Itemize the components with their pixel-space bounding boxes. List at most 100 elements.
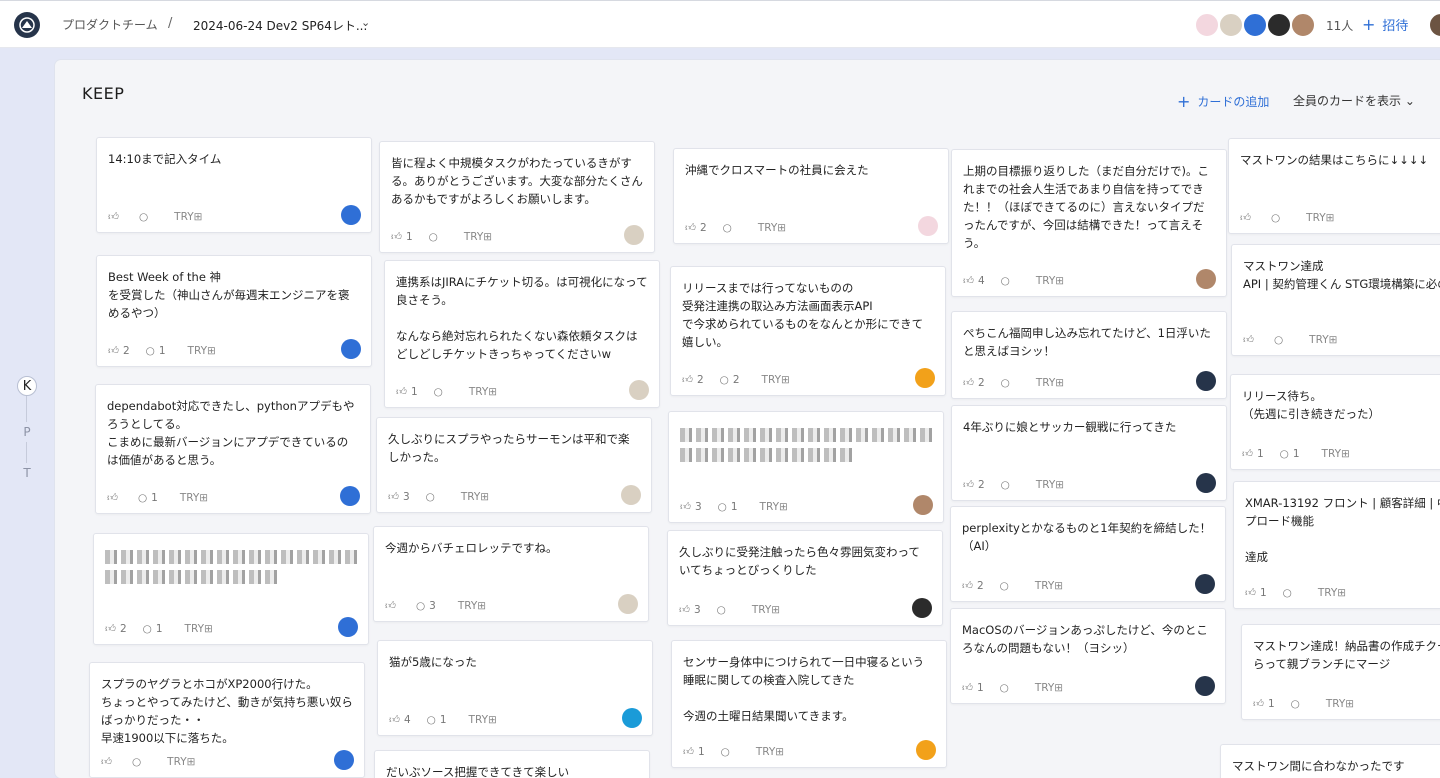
try-button[interactable]: TRY⊞ [1309,334,1337,346]
kpt-nav-t[interactable]: T [17,463,37,483]
comment-button[interactable]: ○ [721,746,734,758]
keep-card[interactable]: マストワン間に合わなかったです👍︎○TRY⊞ [1220,744,1440,778]
card-filter-dropdown[interactable]: 全員のカードを表示 ⌄ [1293,92,1415,109]
keep-card[interactable]: 今週からバチェロレッテですね。 👍︎ ○ 3 TRY⊞ [373,526,649,622]
keep-card[interactable]: マストワン達成！納品書の作成チクーしてもらって親ブランチにマージ 👍︎1 ○ TRY⊞ [1241,624,1440,720]
comment-button[interactable]: ○ 1 [1280,448,1300,460]
try-button[interactable]: TRY⊞ [1036,275,1064,287]
comment-button[interactable]: ○ [132,756,145,768]
try-button[interactable]: TRY⊞ [758,222,786,234]
chevron-down-icon[interactable]: ⌄ [361,16,370,29]
try-button[interactable]: TRY⊞ [174,211,202,223]
keep-card[interactable]: MacOSのバージョンあっぷしたけど、今のところなんの問題もない！（ヨシッ） 👍︎… [950,608,1226,704]
keep-card[interactable]: 皆に程よく中規模タスクがわたっているきがする。ありがとうございます。大変な部分た… [379,141,655,253]
like-button[interactable]: 👍︎ [108,210,123,223]
breadcrumb-team[interactable]: プロダクトチーム [62,16,158,33]
comment-button[interactable]: ○ [1000,580,1013,592]
keep-card[interactable]: perplexityとかなるものと1年契約を締結した！（AI） 👍︎ 2 ○ TRY⊞ [950,506,1226,602]
try-button[interactable]: TRY⊞ [752,604,780,616]
like-button[interactable]: 👍︎ 2 [105,622,127,636]
invite-button[interactable]: + 招待 [1362,15,1408,34]
try-button[interactable]: TRY⊞ [1036,479,1064,491]
keep-card[interactable]: リリースまでは行ってないものの 受発注連携の取込み方法画面表示API で今求めら… [670,266,946,396]
like-button[interactable]: 👍︎ 1 [1245,586,1267,600]
like-button[interactable]: 👍︎ 2 [963,478,985,492]
add-card-button[interactable]: + カードの追加 [1177,92,1269,111]
try-button[interactable]: TRY⊞ [1306,212,1334,224]
keep-card[interactable]: Best Week of the 神 を受賞した（神山さんが毎週末エンジニアを褒… [96,255,372,367]
keep-card[interactable]: ぺちこん福岡申し込み忘れてたけど、1日浮いたと思えばヨシッ！ 👍︎ 2 ○ TRY⊞ [951,311,1227,399]
like-button[interactable]: 👍︎ 3 [679,603,701,617]
like-button[interactable]: 👍︎ [1243,333,1258,346]
keep-card[interactable]: 上期の目標振り返りした（まだ自分だけで)。これまでの社会人生活であまり自信を持っ… [951,149,1227,297]
like-button[interactable]: 👍︎ 4 [389,713,411,727]
comment-button[interactable]: ○ [1001,275,1014,287]
keep-card[interactable]: センサー身体中につけられて一日中寝るという睡眠に関しての検査入院してきた 今週の… [671,640,947,768]
try-button[interactable]: TRY⊞ [1035,682,1063,694]
kpt-nav-k[interactable]: K [17,376,37,396]
keep-card[interactable]: だいぶソース把握できてきて楽しい👍︎○TRY⊞ [374,750,650,778]
try-button[interactable]: TRY⊞ [458,600,486,612]
keep-card[interactable]: dependabot対応できたし、pythonアプデもやろうとしてる。 こまめに… [95,384,371,514]
keep-card[interactable]: 久しぶりにスプラやったらサーモンは平和で楽しかった。 👍︎ 3 ○ TRY⊞ [376,417,652,513]
user-avatar[interactable] [1428,12,1440,38]
like-button[interactable]: 👍︎ 3 [388,490,410,504]
comment-button[interactable]: ○ 1 [146,345,166,357]
try-button[interactable]: TRY⊞ [1326,698,1354,710]
like-button[interactable]: 👍︎ [101,755,116,768]
board-title[interactable]: 2024-06-24 Dev2 SP64レト... [193,17,367,34]
comment-button[interactable]: ○ [1274,334,1287,346]
comment-button[interactable]: ○ [1001,377,1014,389]
comment-button[interactable]: ○ 1 [143,623,163,635]
keep-card[interactable]: 沖縄でクロスマートの社員に会えた 👍︎ 2 ○ TRY⊞ [673,148,949,244]
try-button[interactable]: TRY⊞ [180,492,208,504]
like-button[interactable]: 👍︎ 4 [963,274,985,288]
like-button[interactable]: 👍︎ 1 [1253,697,1275,711]
try-button[interactable]: TRY⊞ [185,623,213,635]
comment-button[interactable]: ○ [434,386,447,398]
like-button[interactable]: 👍︎ [1240,211,1255,224]
app-logo-icon[interactable] [14,12,40,38]
try-button[interactable]: TRY⊞ [1035,580,1063,592]
comment-button[interactable]: ○ [717,604,730,616]
try-button[interactable]: TRY⊞ [1322,448,1350,460]
like-button[interactable]: 👍︎ 1 [1242,447,1264,461]
like-button[interactable]: 👍︎ 1 [396,385,418,399]
like-button[interactable]: 👍︎ 2 [963,376,985,390]
comment-button[interactable]: ○ [1271,212,1284,224]
like-button[interactable]: 👍︎ 2 [962,579,984,593]
keep-card[interactable]: 👍︎ 3 ○ 1 TRY⊞ [668,411,944,523]
try-button[interactable]: TRY⊞ [461,491,489,503]
comment-button[interactable]: ○ [723,222,736,234]
try-button[interactable]: TRY⊞ [188,345,216,357]
comment-button[interactable]: ○ 1 [427,714,447,726]
comment-button[interactable]: ○ 3 [416,600,436,612]
comment-button[interactable]: ○ 1 [138,492,158,504]
keep-card[interactable]: リリース待ち。 （先週に引き続きだった） 👍︎ 1 ○ 1 TRY⊞ [1230,374,1440,470]
try-button[interactable]: TRY⊞ [760,501,788,513]
like-button[interactable]: 👍︎ 1 [391,230,413,244]
keep-card[interactable]: 連携系はJIRAにチケット切る。は可視化になって良さそう。 なんなら絶対忘れられ… [384,260,660,408]
try-button[interactable]: TRY⊞ [469,386,497,398]
try-button[interactable]: TRY⊞ [1036,377,1064,389]
like-button[interactable]: 👍︎ 2 [682,373,704,387]
try-button[interactable]: TRY⊞ [762,374,790,386]
like-button[interactable]: 👍︎ 2 [108,344,130,358]
try-button[interactable]: TRY⊞ [756,746,784,758]
kpt-nav-p[interactable]: P [17,422,37,442]
comment-button[interactable]: ○ 1 [718,501,738,513]
comment-button[interactable]: ○ [1000,682,1013,694]
like-button[interactable]: 👍︎ [107,491,122,504]
keep-card[interactable]: スプラのヤグラとホコがXP2000行けた。 ちょっとやってみたけど、動きが気持ち… [89,662,365,778]
comment-button[interactable]: ○ 2 [720,374,740,386]
try-button[interactable]: TRY⊞ [1318,587,1346,599]
try-button[interactable]: TRY⊞ [464,231,492,243]
comment-button[interactable]: ○ [426,491,439,503]
keep-card[interactable]: 猫が5歳になった 👍︎ 4 ○ 1 TRY⊞ [377,640,653,736]
like-button[interactable]: 👍︎ 1 [683,745,705,759]
keep-card[interactable]: XMAR-13192 フロント | 顧客詳細 | 中アップロード機能 達成 👍︎1… [1233,481,1440,609]
keep-card[interactable]: 14:10まで記入タイム 👍︎ ○ TRY⊞ [96,137,372,233]
like-button[interactable]: 👍︎ 3 [680,500,702,514]
keep-card[interactable]: 久しぶりに受発注触ったら色々雰囲気変わっていてちょっとびっくりした 👍︎ 3 ○ TRY… [667,530,943,626]
like-button[interactable]: 👍︎ 2 [685,221,707,235]
